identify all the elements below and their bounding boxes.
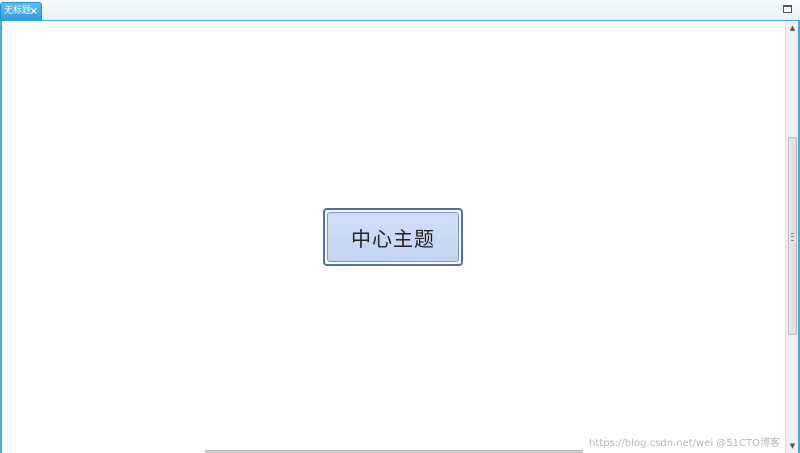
vertical-scrollbar-thumb[interactable] <box>788 137 797 335</box>
maximize-icon[interactable] <box>783 5 792 13</box>
mindmap-editor-window: 无标题 × 中心主题 ▲ ▼ https://blog.csdn.net/wei… <box>0 0 800 453</box>
close-icon[interactable]: × <box>30 3 38 20</box>
central-topic-label: 中心主题 <box>351 226 435 251</box>
tab-untitled[interactable]: 无标题 × <box>0 2 42 21</box>
watermark-text: https://blog.csdn.net/wei @51CTO博客 <box>589 438 780 449</box>
scroll-down-arrow-icon[interactable]: ▼ <box>786 439 799 453</box>
vertical-scrollbar[interactable]: ▲ ▼ <box>785 21 800 453</box>
grip-icon <box>791 233 794 241</box>
scroll-up-arrow-icon[interactable]: ▲ <box>786 21 799 35</box>
tab-label: 无标题 <box>4 6 32 16</box>
tab-strip: 无标题 × <box>0 0 800 21</box>
central-topic-body: 中心主题 <box>327 212 459 262</box>
central-topic-node[interactable]: 中心主题 <box>323 208 463 266</box>
